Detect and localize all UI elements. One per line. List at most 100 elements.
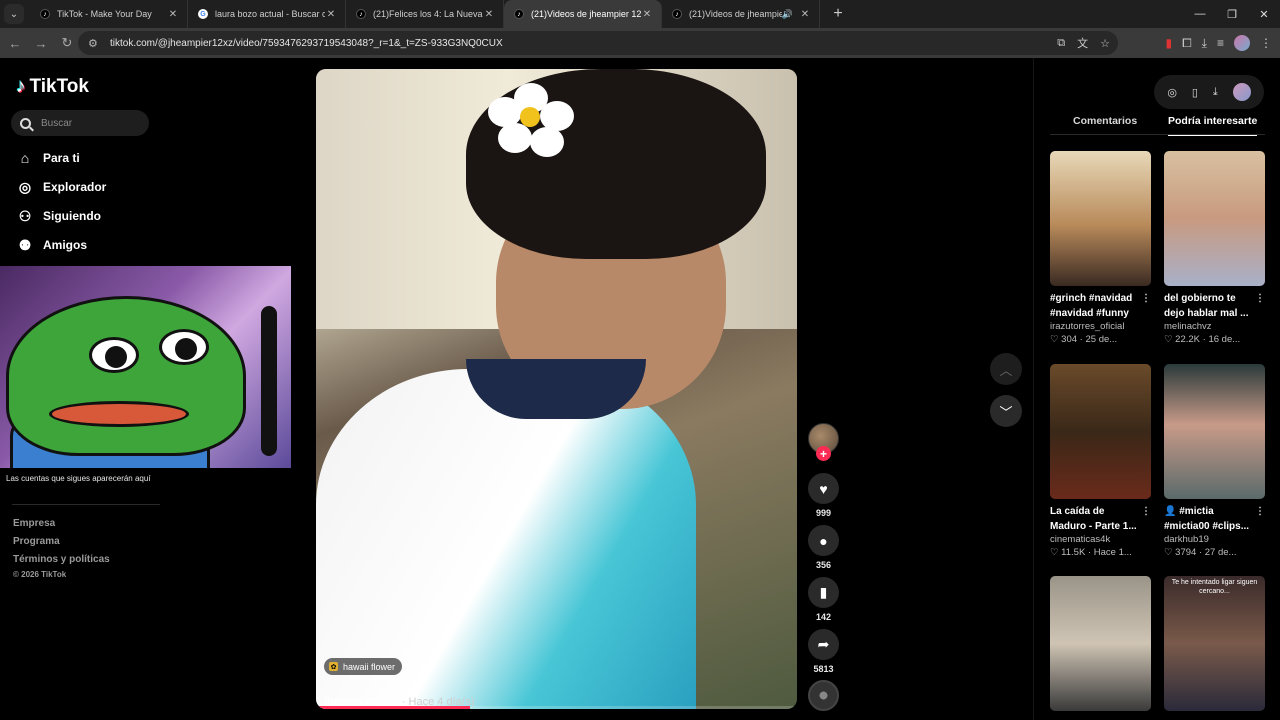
compass-icon[interactable]: ◎ xyxy=(1167,86,1177,99)
like-button[interactable]: ♥ xyxy=(808,473,839,504)
picture-in-picture-window[interactable] xyxy=(0,266,291,468)
video-author[interactable]: darkhub19 xyxy=(1164,534,1265,545)
tiktok-note-icon: ♪ xyxy=(16,76,26,97)
video-author[interactable]: melinachvz xyxy=(1164,321,1265,332)
share-button[interactable]: ➦ xyxy=(808,629,839,660)
recommended-video-card[interactable]: #grinch #navidad #navidad #funny ⋮ irazut… xyxy=(1050,151,1151,345)
minimize-button[interactable]: — xyxy=(1184,0,1216,28)
tab-search-button[interactable]: ⌄ xyxy=(4,4,24,24)
url-bar[interactable]: ⚙ tiktok.com/@jheampier12xz/video/759347… xyxy=(78,31,1118,55)
translate-icon[interactable]: 文 xyxy=(1077,35,1088,51)
download-icon[interactable]: ⤓ xyxy=(1213,86,1218,99)
profile-avatar[interactable] xyxy=(1234,35,1250,51)
close-icon[interactable]: ✕ xyxy=(325,9,337,20)
previous-video-button[interactable]: ︿ xyxy=(990,353,1022,385)
recommended-video-card[interactable]: La caída de Maduro - Parte 1... ⋮ cinemat… xyxy=(1050,364,1151,558)
frog-mouth xyxy=(49,401,189,427)
video-thumbnail[interactable] xyxy=(1050,576,1151,711)
pepe-frog-image xyxy=(6,296,246,456)
forward-button[interactable]: → xyxy=(28,30,54,56)
video-caption[interactable]: La caída de Maduro - Parte 1... ⋮ xyxy=(1050,504,1151,534)
browser-tab-active[interactable]: ♪ (21)Videos de jheampier 12 (@jheampier… xyxy=(504,0,662,28)
video-thumbnail[interactable] xyxy=(1050,151,1151,286)
tiktok-icon: ♪ xyxy=(40,9,50,19)
heart-outline-icon: ♡ xyxy=(1050,547,1059,558)
user-avatar[interactable] xyxy=(1232,83,1251,101)
video-caption[interactable]: del gobierno te dejo hablar mal ... ⋮ xyxy=(1164,291,1265,321)
browser-tab[interactable]: ♪ (21)Videos de jheampier 12 (@jheampier… xyxy=(662,0,820,28)
browser-tab[interactable]: ♪ (21)Felices los 4: La Nueva Sensación … xyxy=(346,0,504,28)
close-icon[interactable]: ✕ xyxy=(799,9,811,20)
music-disc-icon[interactable] xyxy=(808,680,839,711)
speaker-icon[interactable]: 🔊 xyxy=(782,9,793,20)
user-icon: 👤 xyxy=(1164,506,1177,517)
more-options-icon[interactable]: ⋮ xyxy=(1255,504,1265,519)
site-info-icon[interactable]: ⚙ xyxy=(88,37,102,50)
tiktok-icon: ♪ xyxy=(356,9,366,19)
reading-list-icon[interactable]: ≡ xyxy=(1217,36,1224,50)
nav-label: Explorador xyxy=(43,180,107,194)
close-window-button[interactable]: ✕ xyxy=(1248,0,1280,28)
save-button[interactable]: ▮ xyxy=(808,577,839,608)
follow-button[interactable]: + xyxy=(816,446,831,461)
nav-item-para-ti[interactable]: ⌂ Para ti xyxy=(16,147,80,169)
restore-button[interactable]: ❐ xyxy=(1216,0,1248,28)
footer-link-programa[interactable]: Programa xyxy=(13,536,60,547)
effect-icon: ✿ xyxy=(329,662,338,671)
comment-button[interactable]: ● xyxy=(808,525,839,556)
video-thumbnail[interactable] xyxy=(1164,364,1265,499)
tab-title: (21)Videos de jheampier 12 (@jheampier12… xyxy=(531,9,641,19)
footer-link-empresa[interactable]: Empresa xyxy=(13,518,55,529)
nav-label: Para ti xyxy=(43,151,80,165)
close-icon[interactable]: ✕ xyxy=(167,9,179,20)
nav-item-explorador[interactable]: ◎ Explorador xyxy=(16,176,106,198)
recommended-video-card[interactable]: del gobierno te dejo hablar mal ... ⋮ mel… xyxy=(1164,151,1265,345)
phone-icon[interactable]: ▯ xyxy=(1192,86,1198,99)
tab-comentarios[interactable]: Comentarios xyxy=(1073,115,1137,127)
video-caption[interactable]: #grinch #navidad #navidad #funny ⋮ xyxy=(1050,291,1151,321)
browser-menu-icon[interactable]: ⋮ xyxy=(1260,36,1272,50)
back-button[interactable]: ← xyxy=(2,30,28,56)
video-player[interactable]: ✿ hawaii flower jheampier12xz · Hace 4 dí… xyxy=(316,69,797,709)
omnibox-actions: ⧉ 文 ☆ xyxy=(1057,31,1110,55)
search-icon xyxy=(20,117,31,129)
nav-item-siguiendo[interactable]: ⚇ Siguiendo xyxy=(16,205,101,227)
more-options-icon[interactable]: ⋮ xyxy=(1255,291,1265,306)
tab-podria-interesarte[interactable]: Podría interesarte xyxy=(1168,115,1258,136)
search-input[interactable]: Buscar xyxy=(11,110,149,136)
recommended-video-card[interactable] xyxy=(1050,576,1151,711)
window-controls: — ❐ ✕ xyxy=(1184,0,1280,28)
close-icon[interactable]: ✕ xyxy=(641,9,653,20)
more-options-icon[interactable]: ⋮ xyxy=(1141,504,1151,519)
sound-name: hawaii flower xyxy=(343,661,396,672)
video-author[interactable]: cinematicas4k xyxy=(1050,534,1151,545)
video-stats: ♡ 22.2K · 16 de... xyxy=(1164,334,1241,345)
extension-icon[interactable]: ▮ xyxy=(1165,36,1172,50)
video-caption[interactable]: 👤 #mictia #mictia00 #clips... ⋮ xyxy=(1164,504,1265,534)
recommended-video-card[interactable]: Te he intentado ligar siguen cercano... xyxy=(1164,576,1265,711)
video-thumbnail[interactable]: Te he intentado ligar siguen cercano... xyxy=(1164,576,1265,711)
browser-tab[interactable]: G laura bozo actual - Buscar con Google … xyxy=(188,0,346,28)
reload-button[interactable]: ↻ xyxy=(54,30,80,56)
tab-title: (21)Felices los 4: La Nueva Sensación xyxy=(373,9,483,19)
download-icon[interactable]: ⤓ xyxy=(1202,36,1207,51)
nav-item-amigos[interactable]: ⚉ Amigos xyxy=(16,234,87,256)
next-video-button[interactable]: ﹀ xyxy=(990,395,1022,427)
new-tab-button[interactable]: + xyxy=(826,2,850,26)
footer-link-terminos[interactable]: Términos y políticas xyxy=(13,554,110,565)
tiktok-logo[interactable]: ♪ TikTok xyxy=(16,76,89,98)
more-options-icon[interactable]: ⋮ xyxy=(1141,291,1151,306)
sound-tag[interactable]: ✿ hawaii flower xyxy=(324,658,403,675)
video-thumbnail[interactable] xyxy=(1164,151,1265,286)
url-text[interactable]: tiktok.com/@jheampier12xz/video/75934762… xyxy=(110,38,503,49)
browser-tools: ▮ ⧠ ⤓ ≡ ⋮ xyxy=(1165,28,1272,58)
close-icon[interactable]: ✕ xyxy=(483,9,495,20)
browser-tab[interactable]: ♪ TikTok - Make Your Day ✕ xyxy=(30,0,188,28)
video-author[interactable]: irazutorres_oficial xyxy=(1050,321,1151,332)
video-progress-bar[interactable] xyxy=(316,706,797,709)
extensions-puzzle-icon[interactable]: ⧠ xyxy=(1182,36,1192,51)
cast-icon[interactable]: ⧉ xyxy=(1057,37,1065,50)
recommended-video-card[interactable]: 👤 #mictia #mictia00 #clips... ⋮ darkhub19… xyxy=(1164,364,1265,558)
bookmark-star-icon[interactable]: ☆ xyxy=(1100,37,1110,50)
video-thumbnail[interactable] xyxy=(1050,364,1151,499)
